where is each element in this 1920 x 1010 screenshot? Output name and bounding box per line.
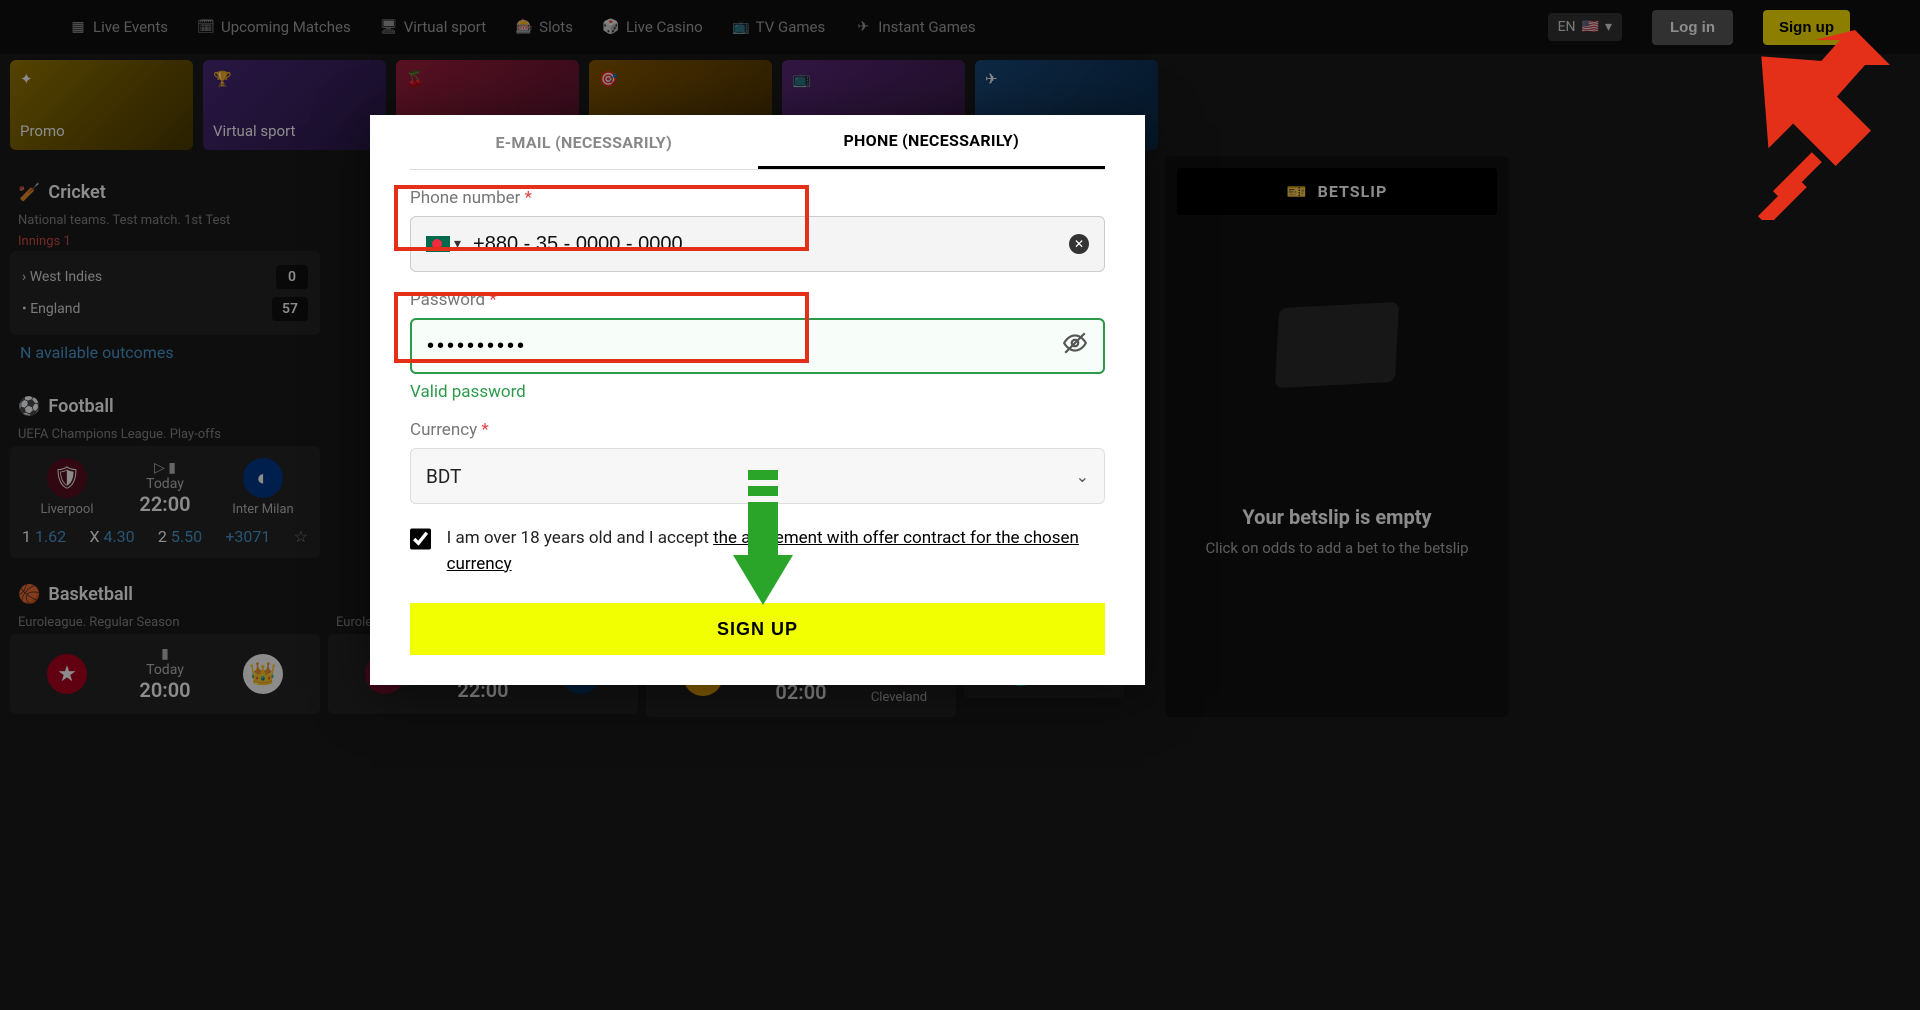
flag-bd-icon[interactable] xyxy=(426,236,450,252)
password-valid-message: Valid password xyxy=(410,382,1105,402)
phone-label: Phone number * xyxy=(410,188,1105,208)
terms-text: I am over 18 years old and I accept xyxy=(447,528,713,548)
tab-email[interactable]: E-MAIL (NECESSARILY) xyxy=(410,115,758,169)
currency-select[interactable]: BDT ⌄ xyxy=(410,448,1105,504)
currency-label: Currency * xyxy=(410,420,1105,440)
terms-row: I am over 18 years old and I accept the … xyxy=(410,526,1105,577)
clear-input-icon[interactable]: ✕ xyxy=(1069,234,1089,254)
signup-submit-button[interactable]: SIGN UP xyxy=(410,603,1105,655)
phone-input-wrap[interactable]: ▾ ✕ xyxy=(410,216,1105,272)
password-input[interactable] xyxy=(427,335,1062,358)
password-input-wrap[interactable] xyxy=(410,318,1105,374)
chevron-down-icon: ⌄ xyxy=(1076,467,1089,486)
toggle-password-visibility-icon[interactable] xyxy=(1062,330,1088,362)
terms-checkbox[interactable] xyxy=(410,528,431,550)
password-label: Password * xyxy=(410,290,1105,310)
tab-phone[interactable]: PHONE (NECESSARILY) xyxy=(758,115,1106,169)
chevron-down-icon[interactable]: ▾ xyxy=(454,236,461,252)
signup-modal: E-MAIL (NECESSARILY) PHONE (NECESSARILY)… xyxy=(370,115,1145,685)
phone-input[interactable] xyxy=(473,233,1069,256)
